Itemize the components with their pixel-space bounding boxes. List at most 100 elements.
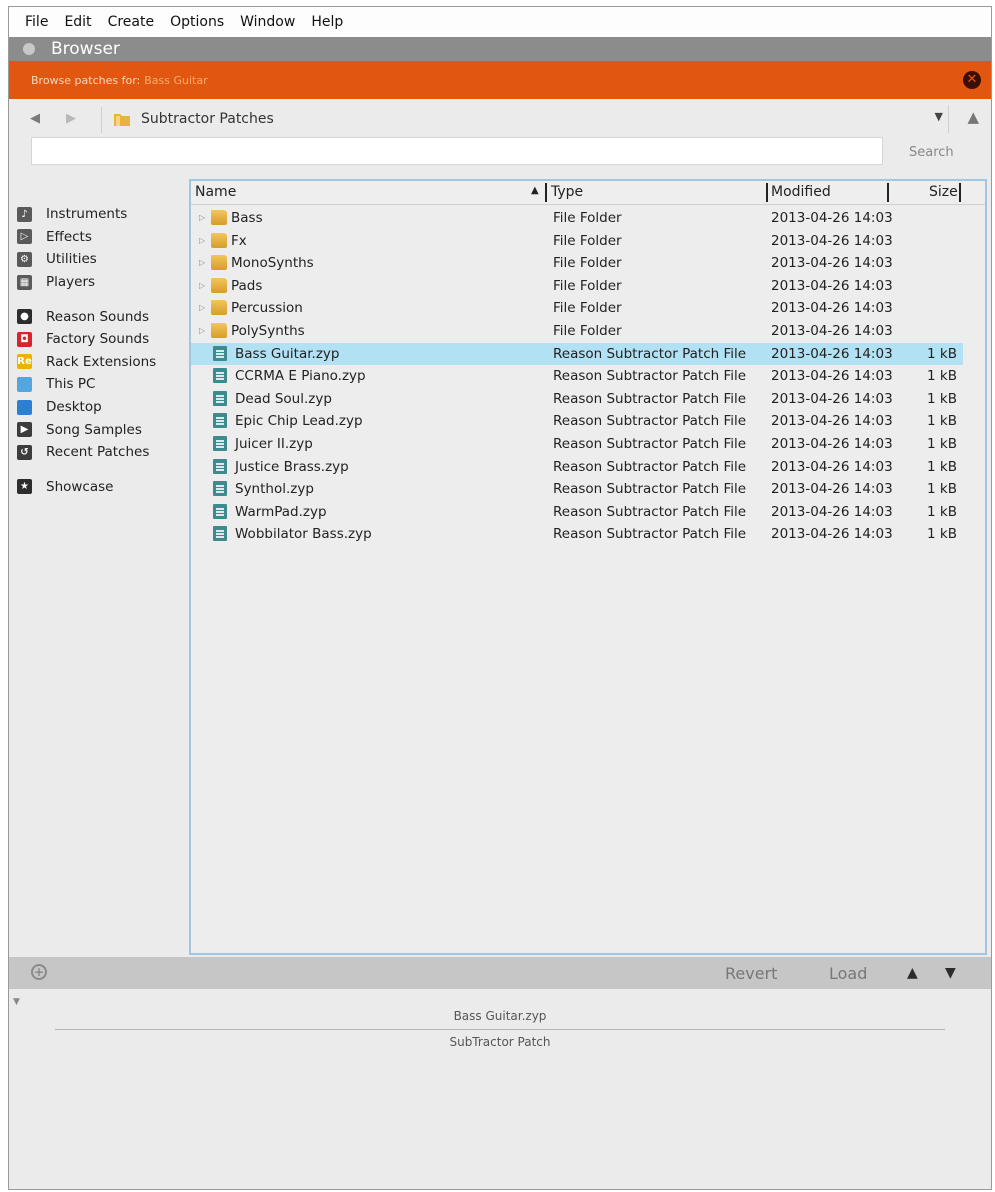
- column-divider[interactable]: [887, 183, 889, 202]
- menu-options[interactable]: Options: [162, 7, 232, 37]
- sidebar-item-factory-sounds[interactable]: ◘ Factory Sounds: [17, 328, 187, 351]
- expand-icon[interactable]: ▷: [199, 258, 205, 267]
- folder-icon: [211, 300, 227, 316]
- folder-row[interactable]: ▷ MonoSynths File Folder 2013-04-26 14:03: [191, 252, 985, 275]
- recent-patches-icon: ↺: [17, 444, 32, 460]
- sidebar-item-desktop[interactable]: Desktop: [17, 396, 187, 419]
- row-type: Reason Subtractor Patch File: [553, 526, 747, 543]
- close-icon[interactable]: ✕: [963, 71, 981, 89]
- search-button[interactable]: Search: [909, 145, 954, 160]
- sidebar-item-effects[interactable]: ▷ Effects: [17, 226, 187, 249]
- column-divider[interactable]: [766, 183, 768, 202]
- effects-icon: ▷: [17, 229, 32, 245]
- rack-extensions-icon: Re: [17, 354, 32, 370]
- sidebar-item-label: Instruments: [46, 206, 128, 223]
- row-size: 1 kB: [927, 458, 957, 475]
- up-folder-icon[interactable]: ▲: [967, 108, 979, 126]
- expand-icon[interactable]: ▷: [199, 236, 205, 245]
- menu-file[interactable]: File: [17, 7, 56, 37]
- browse-for-label: Browse patches for:: [31, 73, 141, 87]
- row-name: Pads: [231, 277, 263, 294]
- title-bar[interactable]: Browser: [9, 37, 991, 61]
- menu-window[interactable]: Window: [232, 7, 303, 37]
- folder-row[interactable]: ▷ Pads File Folder 2013-04-26 14:03: [191, 275, 985, 298]
- sidebar-item-label: Reason Sounds: [46, 308, 150, 325]
- next-patch-icon[interactable]: ▼: [945, 965, 956, 981]
- sidebar-item-rack-extensions[interactable]: Re Rack Extensions: [17, 351, 187, 374]
- song-samples-icon: ▶: [17, 422, 32, 438]
- file-row[interactable]: Bass Guitar.zyp Reason Subtractor Patch F…: [191, 342, 963, 366]
- column-divider[interactable]: [545, 183, 547, 202]
- sidebar-item-label: Effects: [46, 228, 92, 245]
- column-divider[interactable]: [959, 183, 961, 202]
- sidebar-item-showcase[interactable]: ★ Showcase: [17, 476, 187, 499]
- file-row[interactable]: Epic Chip Lead.zyp Reason Subtractor Patc…: [191, 410, 985, 433]
- row-type: Reason Subtractor Patch File: [553, 390, 747, 407]
- column-name[interactable]: Name: [195, 184, 236, 200]
- expand-icon[interactable]: ▷: [199, 303, 205, 312]
- desktop-icon: [17, 399, 32, 415]
- forward-icon[interactable]: ▶: [61, 109, 81, 129]
- file-row[interactable]: Wobbilator Bass.zyp Reason Subtractor Pat…: [191, 523, 985, 546]
- column-type[interactable]: Type: [551, 184, 583, 200]
- file-row[interactable]: Dead Soul.zyp Reason Subtractor Patch Fil…: [191, 388, 985, 411]
- file-list[interactable]: Name ▲ Type Modified Size ▷ Bass File Fold…: [189, 179, 987, 955]
- collapse-icon[interactable]: ▼: [13, 997, 20, 1007]
- expand-icon[interactable]: ▷: [199, 213, 205, 222]
- row-size: 1 kB: [927, 368, 957, 385]
- load-button[interactable]: Load: [829, 964, 867, 983]
- row-name: CCRMA E Piano.zyp: [235, 368, 366, 385]
- folder-row[interactable]: ▷ Percussion File Folder 2013-04-26 14:03: [191, 297, 985, 320]
- row-modified: 2013-04-26 14:03: [771, 413, 893, 430]
- menu-help[interactable]: Help: [303, 7, 351, 37]
- sidebar-item-label: Song Samples: [46, 421, 142, 438]
- folder-row[interactable]: ▷ PolySynths File Folder 2013-04-26 14:03: [191, 320, 985, 343]
- file-row[interactable]: WarmPad.zyp Reason Subtractor Patch File 2…: [191, 501, 985, 524]
- row-size: 1 kB: [927, 413, 957, 430]
- revert-button[interactable]: Revert: [725, 964, 777, 983]
- column-size[interactable]: Size: [929, 184, 958, 200]
- add-icon[interactable]: +: [31, 964, 47, 980]
- row-modified: 2013-04-26 14:03: [771, 526, 893, 543]
- current-path[interactable]: Subtractor Patches: [141, 111, 274, 127]
- expand-icon[interactable]: ▷: [199, 281, 205, 290]
- row-name: Synthol.zyp: [235, 481, 314, 498]
- folder-icon: [211, 277, 227, 293]
- row-name: Wobbilator Bass.zyp: [235, 526, 372, 543]
- sidebar-item-this-pc[interactable]: This PC: [17, 373, 187, 396]
- sidebar-item-instruments[interactable]: ♪ Instruments: [17, 203, 187, 226]
- search-input[interactable]: [31, 137, 883, 165]
- window-dot-icon[interactable]: [23, 43, 35, 55]
- bottom-toolbar: + Revert Load ▲ ▼: [9, 957, 991, 989]
- menu-edit[interactable]: Edit: [56, 7, 99, 37]
- column-modified[interactable]: Modified: [771, 184, 831, 200]
- sidebar-item-label: Players: [46, 274, 96, 291]
- sort-ascending-icon[interactable]: ▲: [531, 185, 539, 196]
- folder-row[interactable]: ▷ Bass File Folder 2013-04-26 14:03: [191, 207, 985, 230]
- file-row[interactable]: Justice Brass.zyp Reason Subtractor Patch…: [191, 456, 985, 479]
- previous-patch-icon[interactable]: ▲: [907, 965, 918, 981]
- folder-row[interactable]: ▷ Fx File Folder 2013-04-26 14:03: [191, 230, 985, 253]
- sidebar-item-players[interactable]: ▦ Players: [17, 271, 187, 294]
- sidebar-item-reason-sounds[interactable]: ● Reason Sounds: [17, 305, 187, 328]
- folder-icon: [114, 114, 130, 126]
- path-dropdown-icon[interactable]: ▼: [935, 110, 943, 123]
- row-name: WarmPad.zyp: [235, 503, 327, 520]
- folder-icon: [211, 255, 227, 271]
- file-row[interactable]: CCRMA E Piano.zyp Reason Subtractor Patch…: [191, 365, 985, 388]
- sidebar-item-song-samples[interactable]: ▶ Song Samples: [17, 418, 187, 441]
- instruments-icon: ♪: [17, 206, 32, 222]
- sidebar-item-utilities[interactable]: ⚙ Utilities: [17, 248, 187, 271]
- file-row[interactable]: Synthol.zyp Reason Subtractor Patch File 2…: [191, 478, 985, 501]
- row-name: MonoSynths: [231, 255, 314, 272]
- row-modified: 2013-04-26 14:03: [771, 390, 893, 407]
- sidebar-item-recent-patches[interactable]: ↺ Recent Patches: [17, 441, 187, 464]
- row-modified: 2013-04-26 14:03: [771, 345, 893, 362]
- file-row[interactable]: Juicer II.zyp Reason Subtractor Patch Fil…: [191, 433, 985, 456]
- menu-create[interactable]: Create: [100, 7, 163, 37]
- back-icon[interactable]: ◀: [25, 109, 45, 129]
- expand-icon[interactable]: ▷: [199, 326, 205, 335]
- row-size: 1 kB: [927, 526, 957, 543]
- navigation-row: ◀ ▶ Subtractor Patches ▼ ▲: [9, 99, 991, 141]
